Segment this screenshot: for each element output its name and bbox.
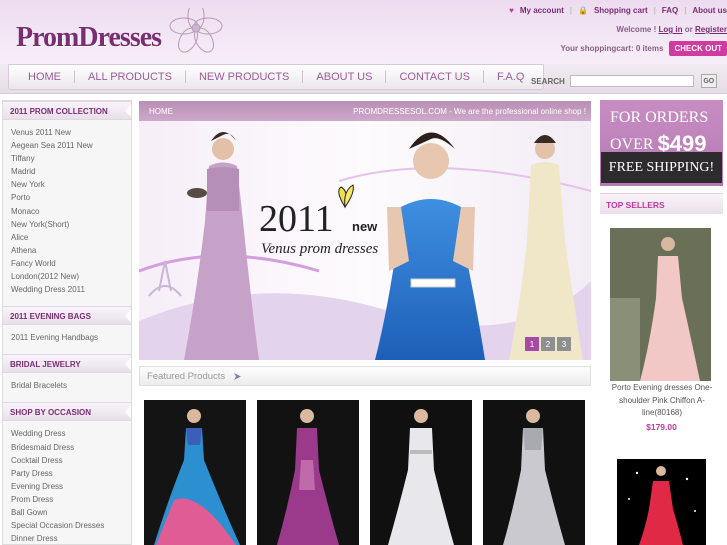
top-seller-price: $179.00 — [646, 422, 677, 432]
search-label: SEARCH — [531, 76, 565, 86]
banner-new: new — [352, 219, 378, 234]
separator: | — [653, 6, 656, 15]
promo-over: OVER — [610, 136, 654, 153]
welcome-line: Welcome ! Log in or Register — [616, 25, 727, 34]
or-text: or — [684, 25, 693, 34]
banner-page-2[interactable]: 2 — [541, 337, 555, 351]
register-link[interactable]: Register — [695, 25, 727, 34]
faq-link[interactable]: FAQ — [662, 6, 678, 15]
sidebar-link[interactable]: Alice — [11, 231, 123, 244]
sidebar-link[interactable]: Venus 2011 New — [11, 126, 123, 139]
top-seller-image[interactable] — [617, 459, 706, 545]
welcome-text: Welcome ! — [616, 25, 657, 34]
occasion-list: Wedding Dress Bridesmaid Dress Cocktail … — [3, 421, 131, 544]
nav-all-products[interactable]: ALL PRODUCTS — [75, 71, 186, 83]
sidebar-link[interactable]: New York — [11, 178, 123, 191]
sidebar-link[interactable]: Ball Gown — [11, 506, 123, 519]
sidebar-link[interactable]: 2011 Evening Handbags — [11, 331, 123, 344]
cart-icon: 🔒 — [577, 6, 588, 15]
banner-year: 2011 — [259, 198, 334, 240]
sidebar-link[interactable]: Bridesmaid Dress — [11, 441, 123, 454]
prom-collection-heading: 2011 PROM COLLECTION — [3, 101, 131, 120]
sidebar-link[interactable]: Wedding Dress 2011 — [11, 283, 123, 296]
sidebar-link[interactable]: Tiffany — [11, 152, 123, 165]
search-input[interactable] — [569, 75, 694, 87]
top-seller-image[interactable] — [610, 228, 711, 381]
separator: | — [684, 6, 687, 15]
sidebar-link[interactable]: New York(Short) — [11, 218, 123, 231]
sidebar-link[interactable]: Aegean Sea 2011 New — [11, 139, 123, 152]
hero-banner[interactable]: HOME PROMDRESSESOL.COM - We are the prof… — [139, 101, 591, 360]
breadcrumb-home[interactable]: HOME — [149, 107, 173, 116]
nav-contact-us[interactable]: CONTACT US — [386, 71, 484, 83]
heart-icon: ♥ — [509, 6, 514, 15]
nav-faq[interactable]: F.A.Q — [484, 71, 538, 83]
sidebar-link[interactable]: Dinner Dress — [11, 532, 123, 544]
sidebar-link[interactable]: Athena — [11, 244, 123, 257]
shopping-cart-link[interactable]: Shopping cart — [594, 6, 648, 15]
top-links: ♥ My account | 🔒 Shopping cart | FAQ | A… — [509, 6, 727, 15]
sidebar-link[interactable]: Special Occasion Dresses — [11, 519, 123, 532]
evening-bags-list: 2011 Evening Handbags — [3, 325, 131, 354]
banner-pager: 1 2 3 — [525, 337, 571, 351]
featured-products-header: Featured Products — [139, 366, 591, 386]
nav-home[interactable]: HOME — [15, 71, 75, 83]
occasion-heading: SHOP BY OCCASION — [3, 402, 131, 422]
breadcrumb-tagline: PROMDRESSESOL.COM - We are the professio… — [353, 106, 586, 116]
about-us-link[interactable]: About us — [692, 6, 727, 15]
header: PromDresses ♥ My account | 🔒 Shopping ca… — [0, 0, 727, 64]
banner-subtitle: Venus prom dresses — [261, 241, 379, 257]
login-link[interactable]: Log in — [659, 25, 683, 34]
nav-bar: HOME ALL PRODUCTS NEW PRODUCTS ABOUT US … — [8, 64, 545, 90]
checkout-button[interactable]: CHECK OUT — [669, 41, 727, 56]
promo-line3: FREE SHIPPING! — [601, 152, 722, 183]
site-logo[interactable]: PromDresses — [6, 8, 246, 64]
free-shipping-promo[interactable]: FOR ORDERS OVER $499 FREE SHIPPING! — [600, 100, 723, 186]
banner-page-1[interactable]: 1 — [525, 337, 539, 351]
sidebar-link[interactable]: Monaco — [11, 205, 123, 218]
sidebar-link[interactable]: Madrid — [11, 165, 123, 178]
featured-product-image[interactable] — [144, 400, 246, 545]
sidebar-link[interactable]: Cocktail Dress — [11, 454, 123, 467]
bridal-jewelry-heading: BRIDAL JEWELRY — [3, 354, 131, 374]
right-sidebar: FOR ORDERS OVER $499 FREE SHIPPING! TOP … — [600, 100, 725, 545]
left-sidebar: 2011 PROM COLLECTION Venus 2011 New Aege… — [2, 100, 132, 545]
separator: | — [569, 6, 572, 15]
top-sellers-heading: TOP SELLERS — [600, 193, 723, 214]
featured-product-image[interactable] — [370, 400, 472, 545]
promo-line1: FOR ORDERS — [610, 109, 709, 126]
sidebar-link[interactable]: London(2012 New) — [11, 270, 123, 283]
sidebar-link[interactable]: Evening Dress — [11, 480, 123, 493]
logo-text: PromDresses — [16, 22, 162, 53]
search-box: SEARCH GO — [531, 74, 717, 88]
evening-bags-heading: 2011 EVENING BAGS — [3, 306, 131, 326]
cart-summary: Your shoppingcart: 0 items CHECK OUT — [560, 41, 727, 56]
arrow-right-icon — [234, 372, 242, 380]
cart-summary-text: Your shoppingcart: 0 items — [560, 44, 664, 53]
bridal-jewelry-list: Bridal Bracelets — [3, 373, 131, 402]
featured-product-image[interactable] — [483, 400, 585, 545]
banner-page-3[interactable]: 3 — [557, 337, 571, 351]
sidebar-link[interactable]: Party Dress — [11, 467, 123, 480]
featured-product-image[interactable] — [257, 400, 359, 545]
nav-about-us[interactable]: ABOUT US — [303, 71, 387, 83]
nav-new-products[interactable]: NEW PRODUCTS — [186, 71, 304, 83]
sidebar-link[interactable]: Fancy World — [11, 257, 123, 270]
my-account-link[interactable]: My account — [520, 6, 564, 15]
search-go-button[interactable]: GO — [700, 74, 717, 88]
sidebar-link[interactable]: Porto — [11, 191, 123, 204]
sidebar-link[interactable]: Bridal Bracelets — [11, 379, 123, 392]
featured-title: Featured Products — [147, 370, 226, 382]
top-seller-name[interactable]: Porto Evening dresses One-shoulder Pink … — [604, 382, 720, 420]
sidebar-link[interactable]: Prom Dress — [11, 493, 123, 506]
sidebar-link[interactable]: Wedding Dress — [11, 427, 123, 440]
prom-collection-list: Venus 2011 New Aegean Sea 2011 New Tiffa… — [3, 120, 131, 306]
breadcrumb: HOME PROMDRESSESOL.COM - We are the prof… — [139, 101, 591, 121]
